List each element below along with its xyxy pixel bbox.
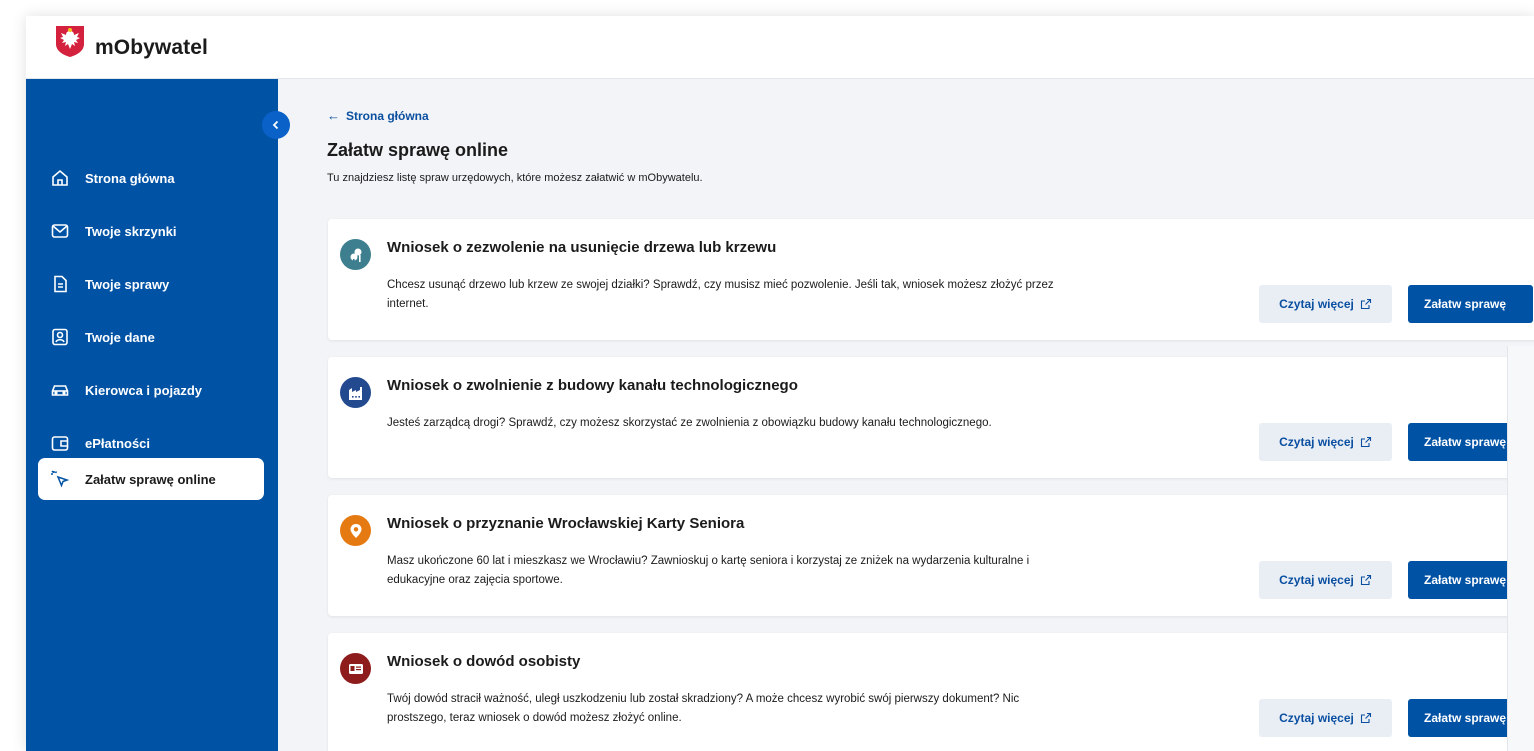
top-bar: mObywatel (26, 16, 1534, 79)
card-title: Wniosek o przyznanie Wrocławskiej Karty … (387, 515, 745, 532)
button-label: Czytaj więcej (1279, 435, 1354, 449)
sidebar-item-home[interactable]: Strona główna (38, 157, 264, 199)
card-description: Masz ukończone 60 lat i mieszkasz we Wro… (387, 555, 1030, 586)
cursor-click-icon (50, 469, 70, 489)
external-link-icon (1360, 712, 1372, 724)
sidebar-item-label: Twoje skrzynki (85, 223, 177, 239)
document-icon (50, 274, 70, 294)
sidebar-item-cases[interactable]: Twoje sprawy (38, 263, 264, 305)
back-link[interactable]: ← Strona główna (327, 108, 429, 123)
button-label: Czytaj więcej (1279, 711, 1354, 725)
read-more-button[interactable]: Czytaj więcej (1259, 561, 1392, 599)
id-card-icon (340, 653, 371, 684)
button-label: Czytaj więcej (1279, 573, 1354, 587)
sidebar: Strona główna Twoje skrzynki Twoje spraw… (26, 79, 278, 751)
card-title: Wniosek o dowód osobisty (387, 653, 581, 670)
sidebar-item-vehicles[interactable]: Kierowca i pojazdy (38, 369, 264, 411)
home-icon (50, 168, 70, 188)
sidebar-item-inbox[interactable]: Twoje skrzynki (38, 210, 264, 252)
arrow-left-icon: ← (327, 108, 340, 123)
read-more-button[interactable]: Czytaj więcej (1259, 423, 1392, 461)
back-link-label: Strona główna (346, 108, 429, 123)
sidebar-item-label: Załatw sprawę online (85, 471, 216, 487)
start-service-button[interactable]: Załatw sprawę (1408, 285, 1533, 323)
service-card: Wniosek o zwolnienie z budowy kanału tec… (328, 357, 1534, 478)
card-description: Jesteś zarządcą drogi? Sprawdź, czy może… (387, 417, 992, 429)
external-link-icon (1360, 574, 1372, 586)
external-link-icon (1360, 436, 1372, 448)
sidebar-item-label: Kierowca i pojazdy (85, 382, 203, 398)
sidebar-collapse-button[interactable] (262, 111, 290, 139)
main-content: ← Strona główna Załatw sprawę online Tu … (278, 79, 1534, 751)
service-card: Wniosek o przyznanie Wrocławskiej Karty … (328, 495, 1534, 616)
mail-icon (50, 221, 70, 241)
sidebar-item-online-services[interactable]: Załatw sprawę online (38, 458, 264, 500)
chevron-left-icon (272, 120, 279, 130)
factory-icon (340, 377, 371, 408)
card-title: Wniosek o zezwolenie na usunięcie drzewa… (387, 239, 777, 256)
car-icon (50, 380, 70, 400)
sidebar-item-label: Twoje dane (85, 329, 155, 345)
sidebar-item-data[interactable]: Twoje dane (38, 316, 264, 358)
polish-eagle-logo-icon[interactable] (54, 24, 86, 58)
side-panel-overlay (1507, 346, 1534, 751)
button-label: Czytaj więcej (1279, 297, 1354, 311)
app-window: mObywatel Strona główna Twoje skrzynki T… (26, 16, 1534, 751)
app-title: mObywatel (95, 36, 208, 59)
sidebar-item-label: Strona główna (85, 170, 175, 186)
page-subtitle: Tu znajdziesz listę spraw urzędowych, kt… (327, 172, 703, 184)
card-description: Twój dowód stracił ważność, uległ uszkod… (387, 693, 1020, 724)
service-card: Wniosek o dowód osobisty Twój dowód stra… (328, 633, 1534, 751)
card-title: Wniosek o zwolnienie z budowy kanału tec… (387, 377, 798, 394)
external-link-icon (1360, 298, 1372, 310)
page-title: Załatw sprawę online (327, 140, 509, 160)
read-more-button[interactable]: Czytaj więcej (1259, 285, 1392, 323)
card-description: Chcesz usunąć drzewo lub krzew ze swojej… (387, 279, 1054, 310)
sidebar-item-label: Twoje sprawy (85, 276, 170, 292)
id-badge-icon (50, 327, 70, 347)
tree-icon (340, 239, 371, 270)
wallet-icon (50, 433, 70, 453)
service-card: Wniosek o zezwolenie na usunięcie drzewa… (328, 219, 1534, 340)
sidebar-item-label: ePłatności (85, 435, 151, 451)
location-pin-icon (340, 515, 371, 546)
read-more-button[interactable]: Czytaj więcej (1259, 699, 1392, 737)
